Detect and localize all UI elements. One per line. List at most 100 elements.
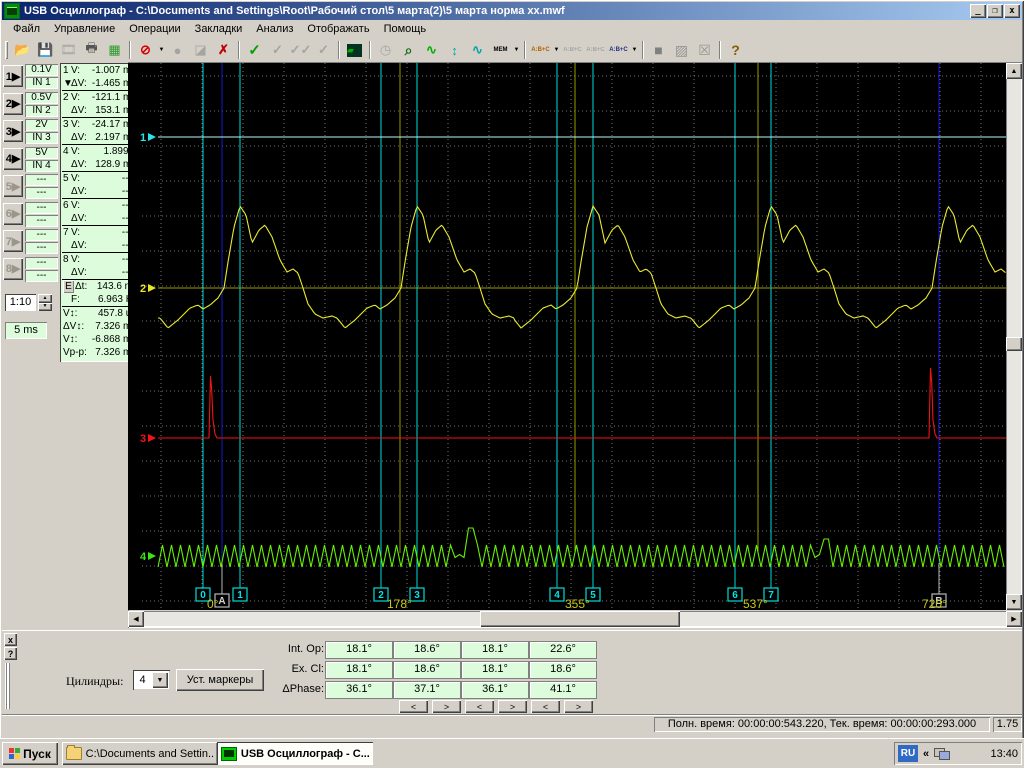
language-indicator[interactable]: RU	[898, 745, 918, 762]
channel-8-button[interactable]: 8▶	[3, 258, 23, 280]
scroll-right-icon[interactable]: ▶	[1006, 611, 1022, 627]
chevron-down-icon[interactable]: ▼	[552, 39, 561, 61]
channel-3-button[interactable]: 3▶	[3, 120, 23, 142]
scroll-left-icon[interactable]: ◀	[128, 611, 144, 627]
waveform-4	[158, 528, 1004, 567]
title-bar[interactable]: USB Осциллограф - C:\Documents and Setti…	[2, 2, 1022, 20]
channel-row-7: 7▶------	[2, 228, 58, 254]
spin-up-icon[interactable]: ▲	[38, 294, 52, 303]
menu-item-операции[interactable]: Операции	[122, 21, 187, 37]
scroll-down-icon[interactable]: ▼	[1006, 594, 1022, 610]
delete-record-icon[interactable]: ✗	[212, 39, 235, 61]
menu-item-управление[interactable]: Управление	[47, 21, 122, 37]
save-fragment-icon: 🎞	[57, 39, 80, 61]
channel-2-range[interactable]: 0.5V	[25, 92, 58, 104]
vertical-scrollbar[interactable]: ▲ ▼	[1006, 63, 1022, 610]
spin-down-icon[interactable]: ▼	[38, 303, 52, 312]
window-title: USB Осциллограф - C:\Documents and Setti…	[24, 5, 969, 17]
cylinders-select[interactable]: 4 ▼	[133, 670, 170, 690]
memory-icon[interactable]: MEM	[489, 39, 512, 61]
plot-container: 123401234567AB0°178°355°537°720° ▲ ▼ ◀ ▶	[128, 62, 1022, 628]
channel-4-input[interactable]: IN 4	[25, 160, 58, 172]
cylinder-prev-button[interactable]: <	[531, 700, 560, 713]
script-panel-icon[interactable]: A:B+C	[607, 39, 630, 61]
search-icon[interactable]: ⌕	[397, 39, 420, 61]
channel-3-range[interactable]: 2V	[25, 119, 58, 131]
oscilloscope-plot[interactable]: 123401234567AB0°178°355°537°720°	[128, 63, 1006, 610]
accept-icon[interactable]: ✓	[243, 39, 266, 61]
status-bar: Полн. время: 00:00:00:543.220, Тек. врем…	[2, 714, 1022, 734]
channel-8-range[interactable]: ---	[25, 257, 58, 269]
channel-6-input[interactable]: ---	[25, 215, 58, 227]
chevron-down-icon[interactable]: ▼	[630, 39, 639, 61]
help-icon[interactable]: ?	[724, 39, 747, 61]
open-file-icon-glyph: 📂	[14, 42, 30, 58]
channel-1-button[interactable]: 1▶	[3, 65, 23, 87]
channel-5-range[interactable]: ---	[25, 174, 58, 186]
panel-help-button[interactable]: ?	[4, 647, 17, 660]
status-time-text: Полн. время: 00:00:00:543.220, Тек. врем…	[654, 717, 990, 732]
channel-6-button[interactable]: 6▶	[3, 203, 23, 225]
view-single-icon[interactable]: ■	[647, 39, 670, 61]
channel-7-button[interactable]: 7▶	[3, 230, 23, 252]
scroll-up-icon[interactable]: ▲	[1006, 63, 1022, 79]
edge-select-button[interactable]: E	[63, 280, 74, 293]
xy-mode-icon[interactable]: ▰	[343, 39, 366, 61]
channel-4-range[interactable]: 5V	[25, 147, 58, 159]
taskbar-task-2[interactable]: USB Осциллограф - C...	[217, 742, 373, 765]
channel-8-input[interactable]: ---	[25, 270, 58, 282]
network-icon[interactable]	[934, 748, 950, 760]
device-settings-icon[interactable]: ▦	[103, 39, 126, 61]
vertical-scroll-thumb[interactable]	[1006, 337, 1022, 351]
print-icon[interactable]: 🖶	[80, 39, 103, 61]
save-file-icon[interactable]: 💾	[34, 39, 57, 61]
plot-channel-label-2: 2	[140, 283, 146, 295]
restore-button[interactable]: ❐	[987, 4, 1003, 18]
start-button[interactable]: Пуск	[2, 742, 58, 765]
channel-3-input[interactable]: IN 3	[25, 132, 58, 144]
fit-signal-icon[interactable]: ∿	[420, 39, 443, 61]
probe-scale-field[interactable]: 1:10	[5, 294, 36, 311]
tray-collapse-icon[interactable]: «	[923, 748, 929, 760]
channel-2-input[interactable]: IN 2	[25, 105, 58, 117]
chevron-down-icon[interactable]: ▼	[152, 672, 168, 688]
menu-item-помощь[interactable]: Помощь	[377, 21, 434, 37]
channel-row-8: 8▶------	[2, 256, 58, 282]
cylinder-next-button[interactable]: >	[432, 700, 461, 713]
chevron-down-icon[interactable]: ▼	[157, 39, 166, 61]
minimize-button[interactable]: _	[970, 4, 986, 18]
taskbar-task-1[interactable]: C:\Documents and Settin...	[62, 742, 218, 765]
wave-cursors-icon[interactable]: ∿	[466, 39, 489, 61]
cylinder-prev-button[interactable]: <	[399, 700, 428, 713]
horizontal-scroll-thumb[interactable]	[480, 611, 680, 627]
folder-icon	[66, 747, 82, 760]
timebase-field[interactable]: 5 ms	[5, 322, 47, 339]
channel-1-input[interactable]: IN 1	[25, 77, 58, 89]
panel-grip[interactable]	[5, 663, 11, 709]
toolbar-grip[interactable]	[5, 41, 8, 59]
menu-item-закладки[interactable]: Закладки	[188, 21, 250, 37]
scope-icon	[221, 747, 237, 761]
channel-1-range[interactable]: 0.1V	[25, 64, 58, 76]
menu-item-анализ[interactable]: Анализ	[249, 21, 300, 37]
close-button[interactable]: x	[1004, 4, 1020, 18]
open-file-icon[interactable]: 📂	[11, 39, 34, 61]
menu-item-файл[interactable]: Файл	[6, 21, 47, 37]
panel-close-button[interactable]: x	[4, 633, 17, 646]
vertical-cursors-icon[interactable]: ↕	[443, 39, 466, 61]
channel-7-input[interactable]: ---	[25, 242, 58, 254]
cylinder-next-button[interactable]: >	[564, 700, 593, 713]
cylinder-next-button[interactable]: >	[498, 700, 527, 713]
script-open-icon[interactable]: A:B+C	[529, 39, 552, 61]
cylinder-prev-button[interactable]: <	[465, 700, 494, 713]
horizontal-scrollbar[interactable]: ◀ ▶	[128, 611, 1022, 627]
stop-acquisition-icon[interactable]: ⊘	[134, 39, 157, 61]
channel-5-input[interactable]: ---	[25, 187, 58, 199]
channel-5-button[interactable]: 5▶	[3, 175, 23, 197]
chevron-down-icon[interactable]: ▼	[512, 39, 521, 61]
channel-6-range[interactable]: ---	[25, 202, 58, 214]
channel-7-range[interactable]: ---	[25, 229, 58, 241]
menu-item-отображать[interactable]: Отображать	[300, 21, 376, 37]
channel-2-button[interactable]: 2▶	[3, 93, 23, 115]
channel-4-button[interactable]: 4▶	[3, 148, 23, 170]
